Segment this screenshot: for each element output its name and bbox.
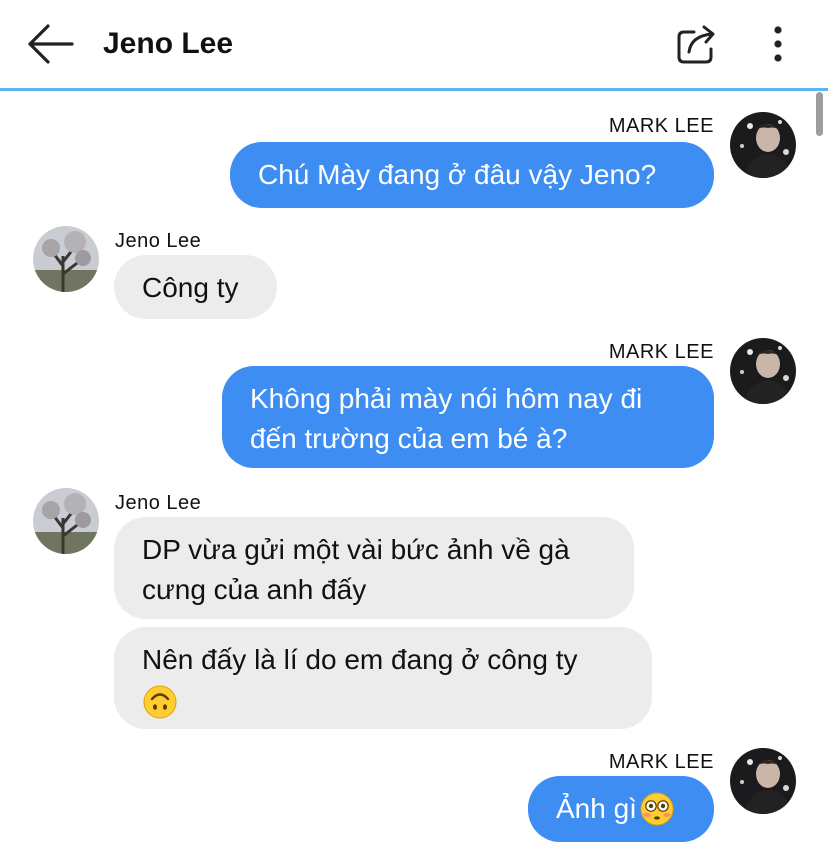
- incoming-message[interactable]: DP vừa gửi một vài bức ảnh về gà cưng củ…: [114, 517, 634, 619]
- avatar[interactable]: [730, 338, 796, 404]
- outgoing-message[interactable]: Không phải mày nói hôm nay đi đến trường…: [222, 366, 714, 468]
- share-icon: [677, 25, 715, 64]
- scrollbar[interactable]: [816, 92, 823, 136]
- outgoing-message[interactable]: Ảnh gì: [528, 776, 714, 842]
- message-text: Ảnh gì: [556, 793, 637, 824]
- flushed-face-emoji: [640, 792, 674, 826]
- sender-name: Jeno Lee: [115, 492, 202, 514]
- more-vertical-icon: [774, 26, 782, 62]
- avatar[interactable]: [730, 112, 796, 178]
- sender-name: MARK LEE: [608, 341, 714, 363]
- sender-name: MARK LEE: [608, 751, 714, 773]
- arrow-left-icon: [28, 24, 74, 64]
- message-text-line: DP vừa gửi một vài bức ảnh về gà: [142, 534, 570, 565]
- message-text: Chú Mày đang ở đâu vậy Jeno?: [258, 159, 657, 190]
- message-text-line: Không phải mày nói hôm nay đi: [250, 383, 643, 414]
- avatar[interactable]: [33, 226, 99, 292]
- share-button[interactable]: [672, 20, 722, 68]
- conversation-title: Jeno Lee: [103, 27, 234, 60]
- more-options-button[interactable]: [762, 20, 794, 68]
- avatar[interactable]: [730, 748, 796, 814]
- incoming-message[interactable]: Công ty: [114, 255, 277, 319]
- sender-name: Jeno Lee: [115, 230, 202, 252]
- incoming-message[interactable]: Nên đấy là lí do em đang ở công ty: [114, 627, 652, 729]
- sender-name: MARK LEE: [608, 115, 714, 137]
- back-button[interactable]: [24, 22, 76, 66]
- message-text: Công ty: [142, 272, 239, 303]
- upside-down-face-emoji: [143, 685, 177, 719]
- message-text-line: cưng của anh đấy: [142, 574, 367, 605]
- outgoing-message[interactable]: Chú Mày đang ở đâu vậy Jeno?: [230, 142, 714, 208]
- message-text-line: đến trường của em bé à?: [250, 423, 568, 454]
- message-text-line: Nên đấy là lí do em đang ở công ty: [142, 644, 578, 675]
- chat-header: Jeno Lee: [0, 0, 828, 91]
- avatar[interactable]: [33, 488, 99, 554]
